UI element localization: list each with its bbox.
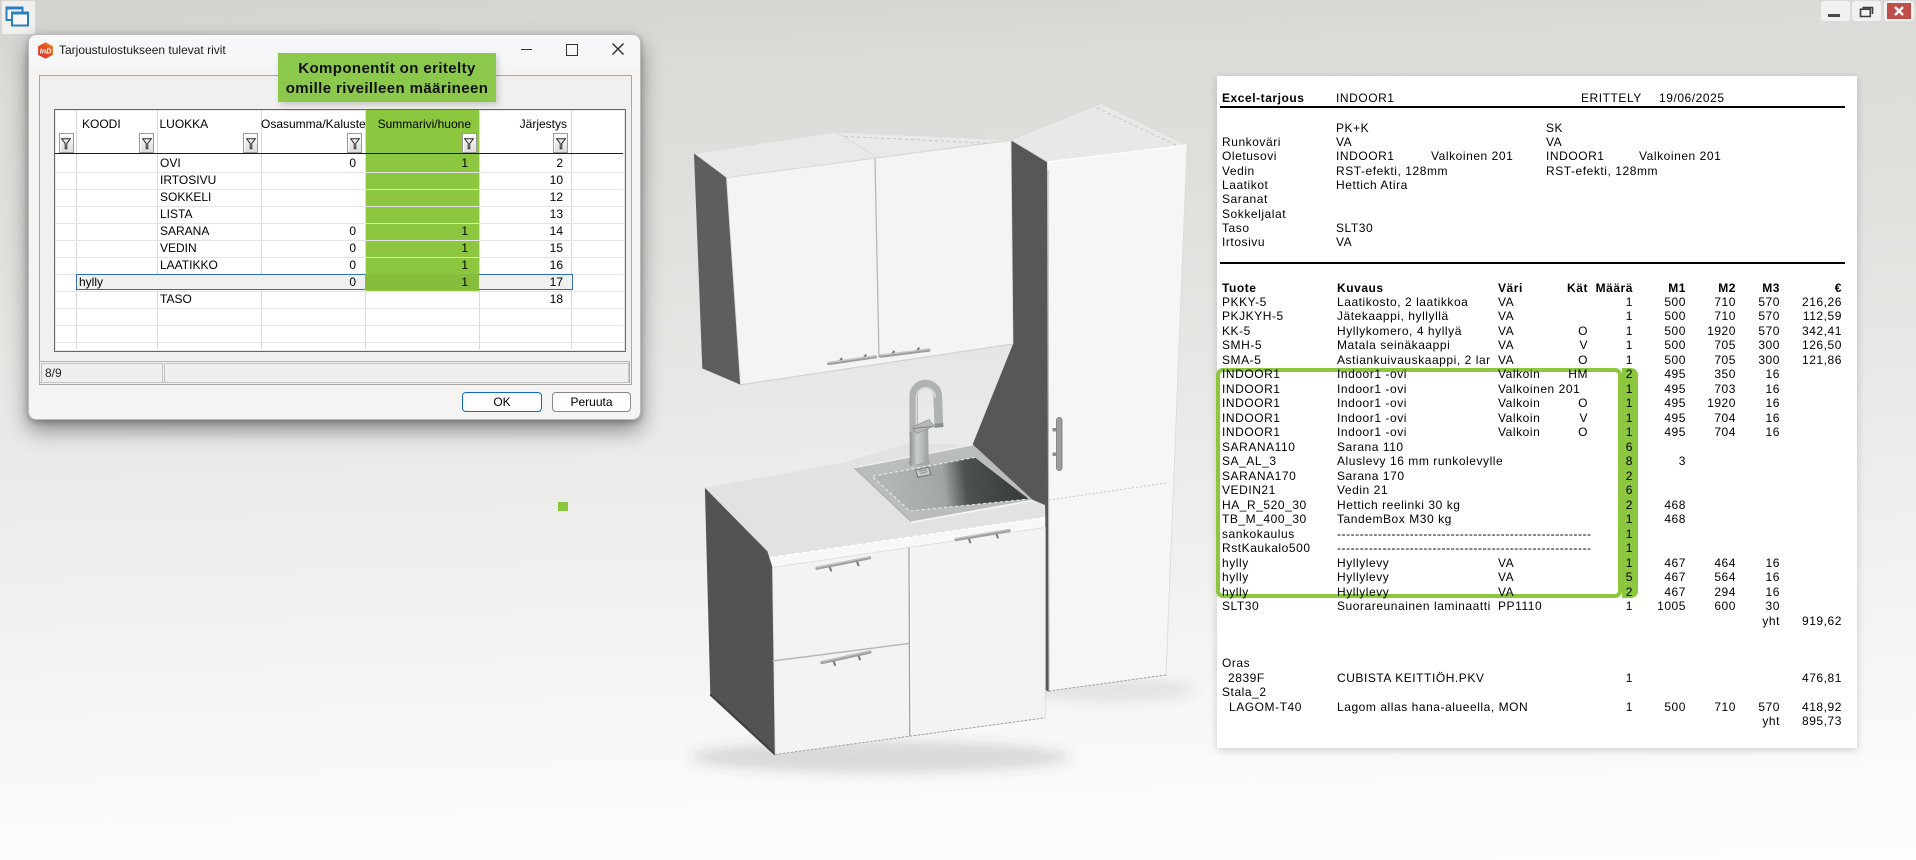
svg-text:InD: InD — [40, 47, 52, 56]
